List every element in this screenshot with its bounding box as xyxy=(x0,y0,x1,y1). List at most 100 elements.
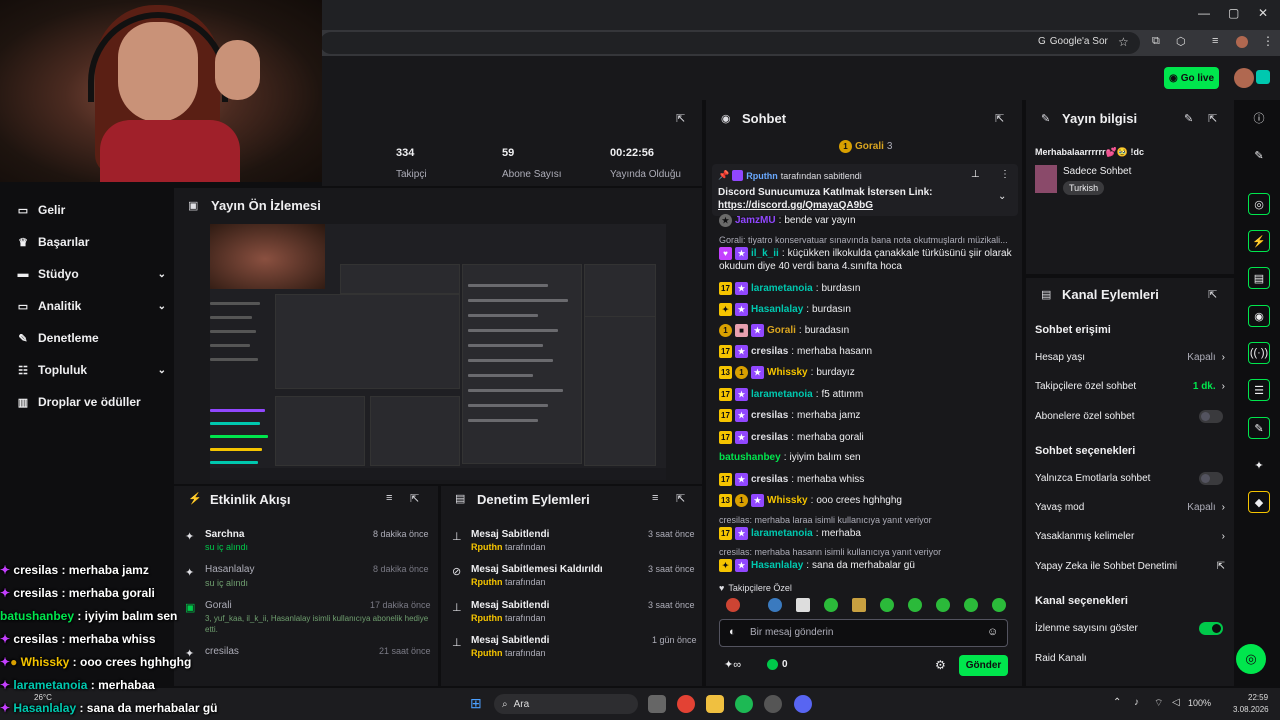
bookmark-star-icon[interactable]: ☆ xyxy=(1118,35,1129,49)
unpin-icon[interactable]: ⊥ xyxy=(971,169,980,180)
channel-points-icon[interactable]: ✦∞ xyxy=(724,658,741,671)
sidebar-item-analitik[interactable]: ▭ Analitik ⌄ xyxy=(16,299,166,313)
points-icon[interactable]: ◆ xyxy=(1248,491,1270,513)
lightning-icon[interactable]: ⚡ xyxy=(1248,230,1270,252)
sidebar-item-droplar[interactable]: ▥ Droplar ve ödüller xyxy=(16,395,166,409)
extensions-icon[interactable]: ⬡ xyxy=(1176,35,1186,48)
subs-chat-toggle[interactable] xyxy=(1199,410,1223,423)
user-avatar[interactable] xyxy=(1234,68,1254,88)
sidebar-item-basarilar[interactable]: ♛ Başarılar xyxy=(16,235,166,249)
category-name[interactable]: Sadece Sohbet xyxy=(1063,166,1131,177)
minimize-button[interactable]: — xyxy=(1198,6,1210,20)
close-button[interactable]: ✕ xyxy=(1258,6,1268,20)
popout-icon[interactable]: ⇱ xyxy=(676,112,685,125)
ai-mod-row[interactable]: Yapay Zeka ile Sohbet Denetimi ⇱ xyxy=(1035,561,1225,572)
raid-row[interactable]: Raid Kanalı xyxy=(1035,653,1225,664)
chevron-down-icon: ⌄ xyxy=(157,300,166,312)
address-bar[interactable] xyxy=(320,32,1140,54)
filter-icon[interactable]: ≡ xyxy=(386,492,392,504)
send-button[interactable]: Gönder xyxy=(959,655,1008,676)
chevron-down-icon[interactable]: ⌄ xyxy=(998,191,1006,202)
clip-icon[interactable]: ◎ xyxy=(1248,193,1270,215)
trophy-icon: ♛ xyxy=(18,236,28,249)
emote[interactable] xyxy=(768,598,782,612)
spotify-icon[interactable] xyxy=(735,695,753,713)
chat-message: 17 ★ cresilas: merhaba gorali xyxy=(719,431,864,444)
banned-words-row[interactable]: Yasaklanmış kelimeler › xyxy=(1035,531,1225,542)
edit-icon[interactable]: ✎ xyxy=(1184,112,1193,125)
show-viewers-toggle[interactable] xyxy=(1199,622,1223,635)
taskbar-date[interactable]: 3.08.2026 xyxy=(1233,705,1269,714)
taskbar-search[interactable]: ⌕ Ara xyxy=(494,694,638,714)
chat-message: 17 ★ cresilas: merhaba whiss xyxy=(719,473,864,486)
mod-action-time: 3 saat önce xyxy=(648,529,695,539)
emote[interactable] xyxy=(726,598,740,612)
windows-start-icon[interactable]: ⊞ xyxy=(470,695,482,712)
emote-picker-icon[interactable]: ☺ xyxy=(987,626,998,638)
battery-indicator[interactable]: 100% xyxy=(1188,698,1211,708)
layout-icon[interactable]: ☰ xyxy=(1248,379,1270,401)
chat-message: batushanbey: iyiyim balım sen xyxy=(719,452,861,463)
tray-chevron-icon[interactable]: ⌃ xyxy=(1113,697,1121,708)
task-view-icon[interactable] xyxy=(648,695,666,713)
profile-avatar[interactable] xyxy=(1236,36,1248,48)
app-switcher-icon[interactable] xyxy=(1256,70,1270,84)
community-icon[interactable]: ✦ xyxy=(1248,454,1270,476)
discord-icon[interactable] xyxy=(794,695,812,713)
popout-icon[interactable]: ⇱ xyxy=(995,112,1004,125)
emote[interactable] xyxy=(936,598,950,612)
popout-icon[interactable]: ⇱ xyxy=(1208,112,1217,125)
community-icon: ☷ xyxy=(18,364,28,377)
emote[interactable] xyxy=(796,598,810,612)
sidebar-item-topluluk[interactable]: ☷ Topluluk ⌄ xyxy=(16,363,166,377)
file-explorer-icon[interactable] xyxy=(706,695,724,713)
taskbar-time[interactable]: 22:59 xyxy=(1248,693,1268,702)
tag-pill[interactable]: Turkish xyxy=(1063,181,1105,195)
info-icon[interactable]: ⓘ xyxy=(1248,107,1270,129)
followers-chat-row[interactable]: Takipçilere özel sohbet 1 dk. › xyxy=(1035,381,1225,392)
wifi-icon[interactable]: ⌔ xyxy=(1154,697,1163,710)
gift-sub-icon: ▣ xyxy=(185,602,196,614)
slow-mode-row[interactable]: Yavaş mod Kapalı › xyxy=(1035,502,1225,513)
gear-icon[interactable]: ⚙ xyxy=(935,658,946,672)
chrome-icon[interactable] xyxy=(677,695,695,713)
emote[interactable] xyxy=(852,598,866,612)
hype-leader[interactable]: 1 Gorali 3 xyxy=(839,140,892,153)
media-icon[interactable]: ≡ xyxy=(1212,35,1218,47)
points-icon xyxy=(767,659,778,670)
volume-icon[interactable]: ◁ xyxy=(1172,697,1180,708)
filter-icon[interactable]: ≡ xyxy=(652,492,658,504)
channel-points-icon: ✦ xyxy=(185,531,195,543)
kebab-menu-icon[interactable]: ⋮ xyxy=(1262,34,1274,48)
obs-icon[interactable] xyxy=(764,695,782,713)
popout-icon[interactable]: ⇱ xyxy=(676,492,685,505)
microphone-icon[interactable]: ♪ xyxy=(1134,697,1139,708)
support-button[interactable]: ◎ xyxy=(1236,644,1266,674)
emote[interactable] xyxy=(992,598,1006,612)
kebab-menu-icon[interactable]: ⋮ xyxy=(1000,169,1010,180)
maximize-button[interactable]: ▢ xyxy=(1228,6,1239,20)
notes-icon[interactable]: ▤ xyxy=(1248,267,1270,289)
account-age-row[interactable]: Hesap yaşı Kapalı › xyxy=(1035,352,1225,363)
stream-preview-video[interactable] xyxy=(210,224,666,480)
emote[interactable] xyxy=(824,598,838,612)
pinned-link[interactable]: https://discord.gg/QmayaQA9bG xyxy=(718,200,873,211)
sidebar-item-denetleme[interactable]: ✎ Denetleme xyxy=(16,331,166,345)
sidebar-item-gelir[interactable]: ▭ Gelir xyxy=(16,203,166,217)
emote[interactable] xyxy=(880,598,894,612)
emote[interactable] xyxy=(964,598,978,612)
chat-settings-icon[interactable]: ◐ xyxy=(729,626,736,638)
chat-icon[interactable]: ◉ xyxy=(1248,305,1270,327)
popout-icon[interactable]: ⇱ xyxy=(410,492,419,505)
google-search-chip[interactable]: G Google'a Sor xyxy=(1038,36,1108,47)
edit-icon[interactable]: ✎ xyxy=(1248,144,1270,166)
popout-icon[interactable]: ⇱ xyxy=(1208,288,1217,301)
emote[interactable] xyxy=(908,598,922,612)
sidebar-item-studyo[interactable]: ▬ Stüdyo ⌄ xyxy=(16,267,167,281)
emote-only-toggle[interactable] xyxy=(1199,472,1223,485)
stream-info-panel xyxy=(1026,100,1234,274)
translate-icon[interactable]: ⧉ xyxy=(1152,35,1160,48)
go-live-button[interactable]: ◉ Go live xyxy=(1164,67,1219,89)
wrench-icon[interactable]: ✎ xyxy=(1248,417,1270,439)
broadcast-icon[interactable]: ((·)) xyxy=(1248,342,1270,364)
